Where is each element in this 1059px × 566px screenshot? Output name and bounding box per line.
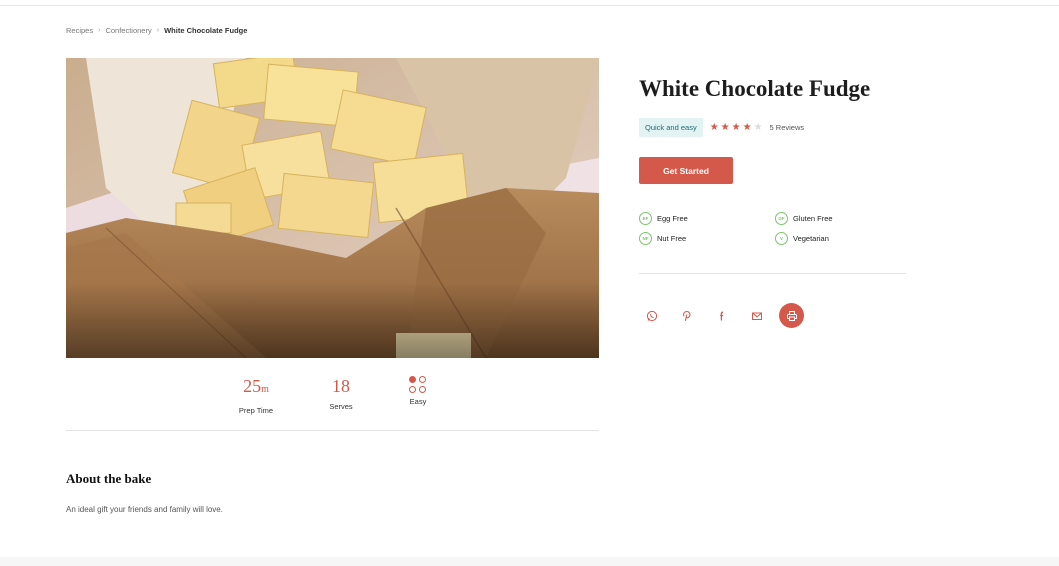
print-icon [786, 310, 797, 321]
nut-free-icon: NF [639, 232, 652, 245]
share-whatsapp-button[interactable] [639, 303, 664, 328]
star-icon: ★ [720, 121, 730, 133]
recipe-stats: 25m Prep Time 18 Serves Easy [66, 376, 599, 416]
breadcrumb-separator: › [98, 27, 101, 34]
egg-free-icon: EF [639, 212, 652, 225]
star-icon: ★ [742, 121, 752, 133]
about-text: An ideal gift your friends and family wi… [66, 505, 223, 514]
serves-value: 18 [332, 376, 350, 396]
diet-nut-free: NF Nut Free [639, 232, 686, 245]
vegetarian-icon: V [775, 232, 788, 245]
breadcrumb-confectionery[interactable]: Confectionery [105, 26, 151, 35]
difficulty-label: Easy [409, 397, 427, 406]
whatsapp-icon [646, 310, 657, 321]
diet-vegetarian: V Vegetarian [775, 232, 829, 245]
get-started-button[interactable]: Get Started [639, 157, 733, 184]
share-facebook-button[interactable] [709, 303, 734, 328]
star-icon: ★ [709, 121, 719, 133]
prep-time-label: Prep Time [238, 406, 274, 415]
breadcrumb-current: White Chocolate Fudge [164, 26, 248, 35]
print-button[interactable] [779, 303, 804, 328]
email-icon [751, 312, 762, 320]
share-pinterest-button[interactable] [674, 303, 699, 328]
recipe-meta: Quick and easy ★ ★ ★ ★ ★ 5 Reviews [639, 118, 804, 137]
page-title: White Chocolate Fudge [639, 76, 871, 101]
diet-egg-free: EF Egg Free [639, 212, 688, 225]
gluten-free-icon: GF [775, 212, 788, 225]
facebook-icon [719, 311, 723, 320]
top-border [0, 0, 1059, 6]
serves-stat: 18 Serves [322, 376, 360, 411]
difficulty-icon [409, 376, 427, 394]
diet-gluten-free: GF Gluten Free [775, 212, 833, 225]
breadcrumb: Recipes › Confectionery › White Chocolat… [66, 26, 247, 35]
star-empty-icon: ★ [753, 121, 763, 133]
recipe-hero-image [66, 58, 599, 358]
serves-label: Serves [329, 402, 353, 411]
diet-label: Gluten Free [793, 214, 833, 223]
quick-tag: Quick and easy [639, 118, 703, 137]
reviews-link[interactable]: 5 Reviews [770, 123, 805, 132]
difficulty-stat: Easy [403, 376, 433, 406]
breadcrumb-separator: › [156, 27, 160, 34]
star-icon: ★ [731, 121, 741, 133]
breadcrumb-recipes[interactable]: Recipes [66, 26, 93, 35]
prep-time-value: 25 [243, 376, 262, 396]
diet-label: Nut Free [657, 234, 687, 243]
rating-stars[interactable]: ★ ★ ★ ★ ★ [709, 121, 763, 133]
pinterest-icon [682, 310, 691, 321]
diet-label: Egg Free [657, 214, 688, 223]
footer-band [0, 557, 1059, 566]
about-title: About the bake [66, 471, 152, 486]
diet-label: Vegetarian [793, 234, 829, 243]
share-email-button[interactable] [744, 303, 769, 328]
divider [66, 430, 599, 431]
prep-time-stat: 25m Prep Time [234, 376, 278, 415]
divider [639, 273, 906, 274]
prep-time-unit: m [261, 384, 269, 395]
